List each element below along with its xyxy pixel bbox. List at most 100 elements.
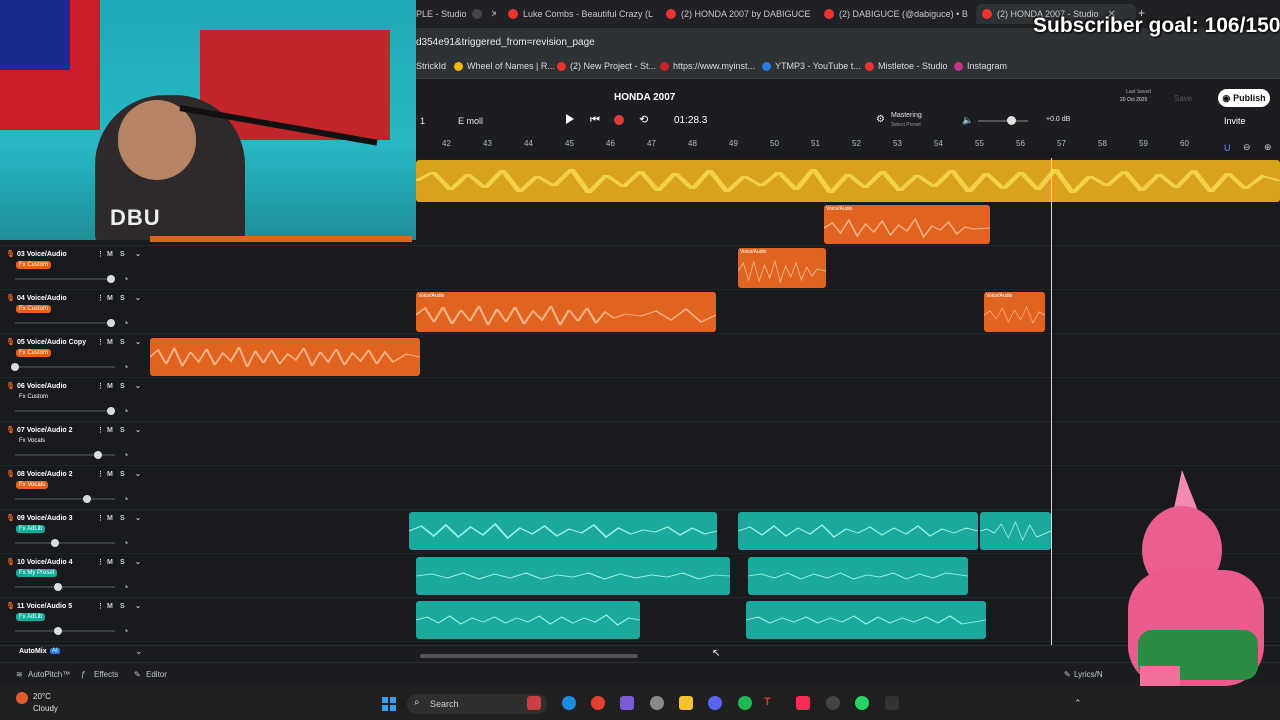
drag-handle-icon[interactable]: ⋮ bbox=[97, 250, 104, 258]
bar-counter[interactable]: 1 bbox=[420, 116, 425, 126]
volume-fader[interactable] bbox=[15, 410, 115, 412]
drag-handle-icon[interactable]: ⋮ bbox=[97, 558, 104, 566]
mute-button[interactable]: M bbox=[107, 603, 113, 610]
pan-knob-icon[interactable]: ◔ bbox=[123, 318, 128, 328]
pan-knob-icon[interactable]: ◔ bbox=[123, 538, 128, 548]
bookmark-item[interactable]: (2) New Project - St... bbox=[557, 61, 656, 71]
windows-start-icon[interactable] bbox=[382, 697, 396, 711]
drag-handle-icon[interactable]: ⋮ bbox=[97, 602, 104, 610]
pan-knob-icon[interactable]: ◔ bbox=[123, 494, 128, 504]
audio-clip-orange[interactable]: Voice/Audio bbox=[824, 205, 990, 244]
edge-icon[interactable] bbox=[562, 696, 576, 710]
timeline-ruler[interactable] bbox=[416, 137, 1280, 152]
track-lane[interactable] bbox=[0, 246, 1280, 290]
chevron-down-icon[interactable]: ⌄ bbox=[135, 470, 141, 478]
solo-button[interactable]: S bbox=[120, 603, 125, 610]
solo-button[interactable]: S bbox=[120, 471, 125, 478]
chevron-down-icon[interactable]: ⌄ bbox=[135, 426, 141, 434]
track-lane[interactable] bbox=[0, 378, 1280, 422]
solo-button[interactable]: S bbox=[120, 339, 125, 346]
track-header[interactable]: 07 Voice/Audio 2 Fx Vocals M S ⌄ ⋮ ◔ 🎙 bbox=[0, 422, 150, 465]
audio-clip-teal[interactable] bbox=[416, 557, 730, 595]
tab-dabiguce-profile[interactable]: (2) DABIGUCE (@dabiguce) • B✕ bbox=[824, 4, 969, 24]
chrome-icon[interactable] bbox=[591, 696, 605, 710]
volume-fader-knob[interactable] bbox=[83, 495, 91, 503]
drag-handle-icon[interactable]: ⋮ bbox=[97, 294, 104, 302]
playhead[interactable] bbox=[1051, 158, 1052, 660]
audio-clip-teal[interactable] bbox=[746, 601, 986, 639]
mute-button[interactable]: M bbox=[107, 251, 113, 258]
record-icon[interactable] bbox=[614, 115, 624, 125]
mute-button[interactable]: M bbox=[107, 383, 113, 390]
audio-clip-teal[interactable] bbox=[738, 512, 978, 550]
track-fx-badge[interactable]: Fx Custom bbox=[16, 305, 52, 313]
autopitch-tab[interactable]: AutoPitch™ bbox=[28, 670, 70, 679]
mute-button[interactable]: M bbox=[107, 339, 113, 346]
weather-temperature[interactable]: 20°C bbox=[33, 692, 51, 701]
track-fx-badge[interactable]: Fx Custom bbox=[16, 349, 52, 357]
track-lane[interactable] bbox=[0, 598, 1280, 642]
solo-button[interactable]: S bbox=[120, 559, 125, 566]
track-header[interactable]: 04 Voice/Audio Fx Custom M S ⌄ ⋮ ◔ 🎙 bbox=[0, 290, 150, 333]
track-name[interactable]: 08 Voice/Audio 2 bbox=[17, 471, 73, 478]
track-fx-badge[interactable]: Fx Custom bbox=[16, 261, 52, 269]
invite-button[interactable]: Invite bbox=[1224, 116, 1246, 126]
chevron-down-icon[interactable]: ⌄ bbox=[135, 514, 141, 522]
drag-handle-icon[interactable]: ⋮ bbox=[97, 338, 104, 346]
volume-fader[interactable] bbox=[15, 498, 115, 500]
track-name[interactable]: 10 Voice/Audio 4 bbox=[17, 559, 73, 566]
track-name[interactable]: 06 Voice/Audio bbox=[17, 383, 67, 390]
play-icon[interactable] bbox=[566, 114, 574, 124]
whatsapp-icon[interactable] bbox=[855, 696, 869, 710]
audio-clip-orange[interactable]: Voice/Audio bbox=[984, 292, 1045, 332]
chevron-down-icon[interactable]: ⌄ bbox=[135, 294, 141, 302]
chevron-down-icon[interactable]: ⌄ bbox=[135, 558, 141, 566]
volume-fader[interactable] bbox=[15, 322, 115, 324]
publish-button[interactable]: ◉ Publish bbox=[1218, 89, 1270, 107]
rewind-icon[interactable]: ⏮ bbox=[590, 114, 600, 127]
tab-luke-combs[interactable]: Luke Combs - Beautiful Crazy (L✕ bbox=[508, 4, 656, 24]
volume-fader-knob[interactable] bbox=[94, 451, 102, 459]
tab-honda-dabiguce[interactable]: (2) HONDA 2007 by DABIGUCE✕ bbox=[666, 4, 810, 24]
track-name[interactable]: 07 Voice/Audio 2 bbox=[17, 427, 73, 434]
drag-handle-icon[interactable]: ⋮ bbox=[97, 426, 104, 434]
editor-tab[interactable]: Editor bbox=[146, 670, 167, 679]
track-name[interactable]: 05 Voice/Audio Copy bbox=[17, 339, 86, 346]
weather-description[interactable]: Cloudy bbox=[33, 704, 58, 713]
track-header[interactable]: 11 Voice/Audio 5 Fx AdLib M S ⌄ ⋮ ◔ 🎙 bbox=[0, 598, 150, 641]
volume-fader-knob[interactable] bbox=[107, 275, 115, 283]
track-header[interactable]: 05 Voice/Audio Copy Fx Custom M S ⌄ ⋮ ◔ 🎙 bbox=[0, 334, 150, 377]
speaker-icon[interactable]: 🔈 bbox=[962, 115, 973, 126]
volume-fader[interactable] bbox=[15, 278, 115, 280]
audio-clip-orange[interactable]: Voice/Audio bbox=[416, 292, 716, 332]
audio-clip-teal[interactable] bbox=[409, 512, 717, 550]
pan-knob-icon[interactable]: ◔ bbox=[123, 406, 128, 416]
track-name[interactable]: 11 Voice/Audio 5 bbox=[17, 603, 72, 610]
solo-button[interactable]: S bbox=[120, 427, 125, 434]
app-icon[interactable] bbox=[885, 696, 899, 710]
bookmark-item[interactable]: Instagram bbox=[954, 61, 1007, 71]
mute-button[interactable]: M bbox=[107, 559, 113, 566]
pan-knob-icon[interactable]: ◔ bbox=[123, 362, 128, 372]
taskbar-search[interactable] bbox=[407, 694, 547, 714]
solo-button[interactable]: S bbox=[120, 383, 125, 390]
pan-knob-icon[interactable]: ◔ bbox=[123, 274, 128, 284]
volume-fader-knob[interactable] bbox=[54, 627, 62, 635]
horizontal-scrollbar[interactable] bbox=[420, 654, 638, 658]
project-title[interactable]: HONDA 2007 bbox=[614, 92, 675, 103]
volume-fader[interactable] bbox=[15, 542, 115, 544]
save-button[interactable]: Save bbox=[1174, 94, 1192, 103]
bookmark-item[interactable]: YTMP3 - YouTube t... bbox=[762, 61, 861, 71]
drag-handle-icon[interactable]: ⋮ bbox=[97, 382, 104, 390]
volume-fader-knob[interactable] bbox=[11, 363, 19, 371]
audio-clip-teal[interactable] bbox=[980, 512, 1051, 550]
master-volume-slider[interactable] bbox=[978, 120, 1028, 122]
chevron-down-icon[interactable]: ⌄ bbox=[135, 602, 141, 610]
master-volume-knob[interactable] bbox=[1007, 116, 1016, 125]
volume-fader[interactable] bbox=[15, 630, 115, 632]
spotify-icon[interactable] bbox=[738, 696, 752, 710]
audio-clip-orange[interactable]: Voice/Audio bbox=[738, 248, 826, 288]
volume-fader-knob[interactable] bbox=[107, 319, 115, 327]
key-selector[interactable]: E moll bbox=[458, 116, 483, 126]
mastering-preset[interactable]: Select Preset bbox=[891, 122, 921, 128]
